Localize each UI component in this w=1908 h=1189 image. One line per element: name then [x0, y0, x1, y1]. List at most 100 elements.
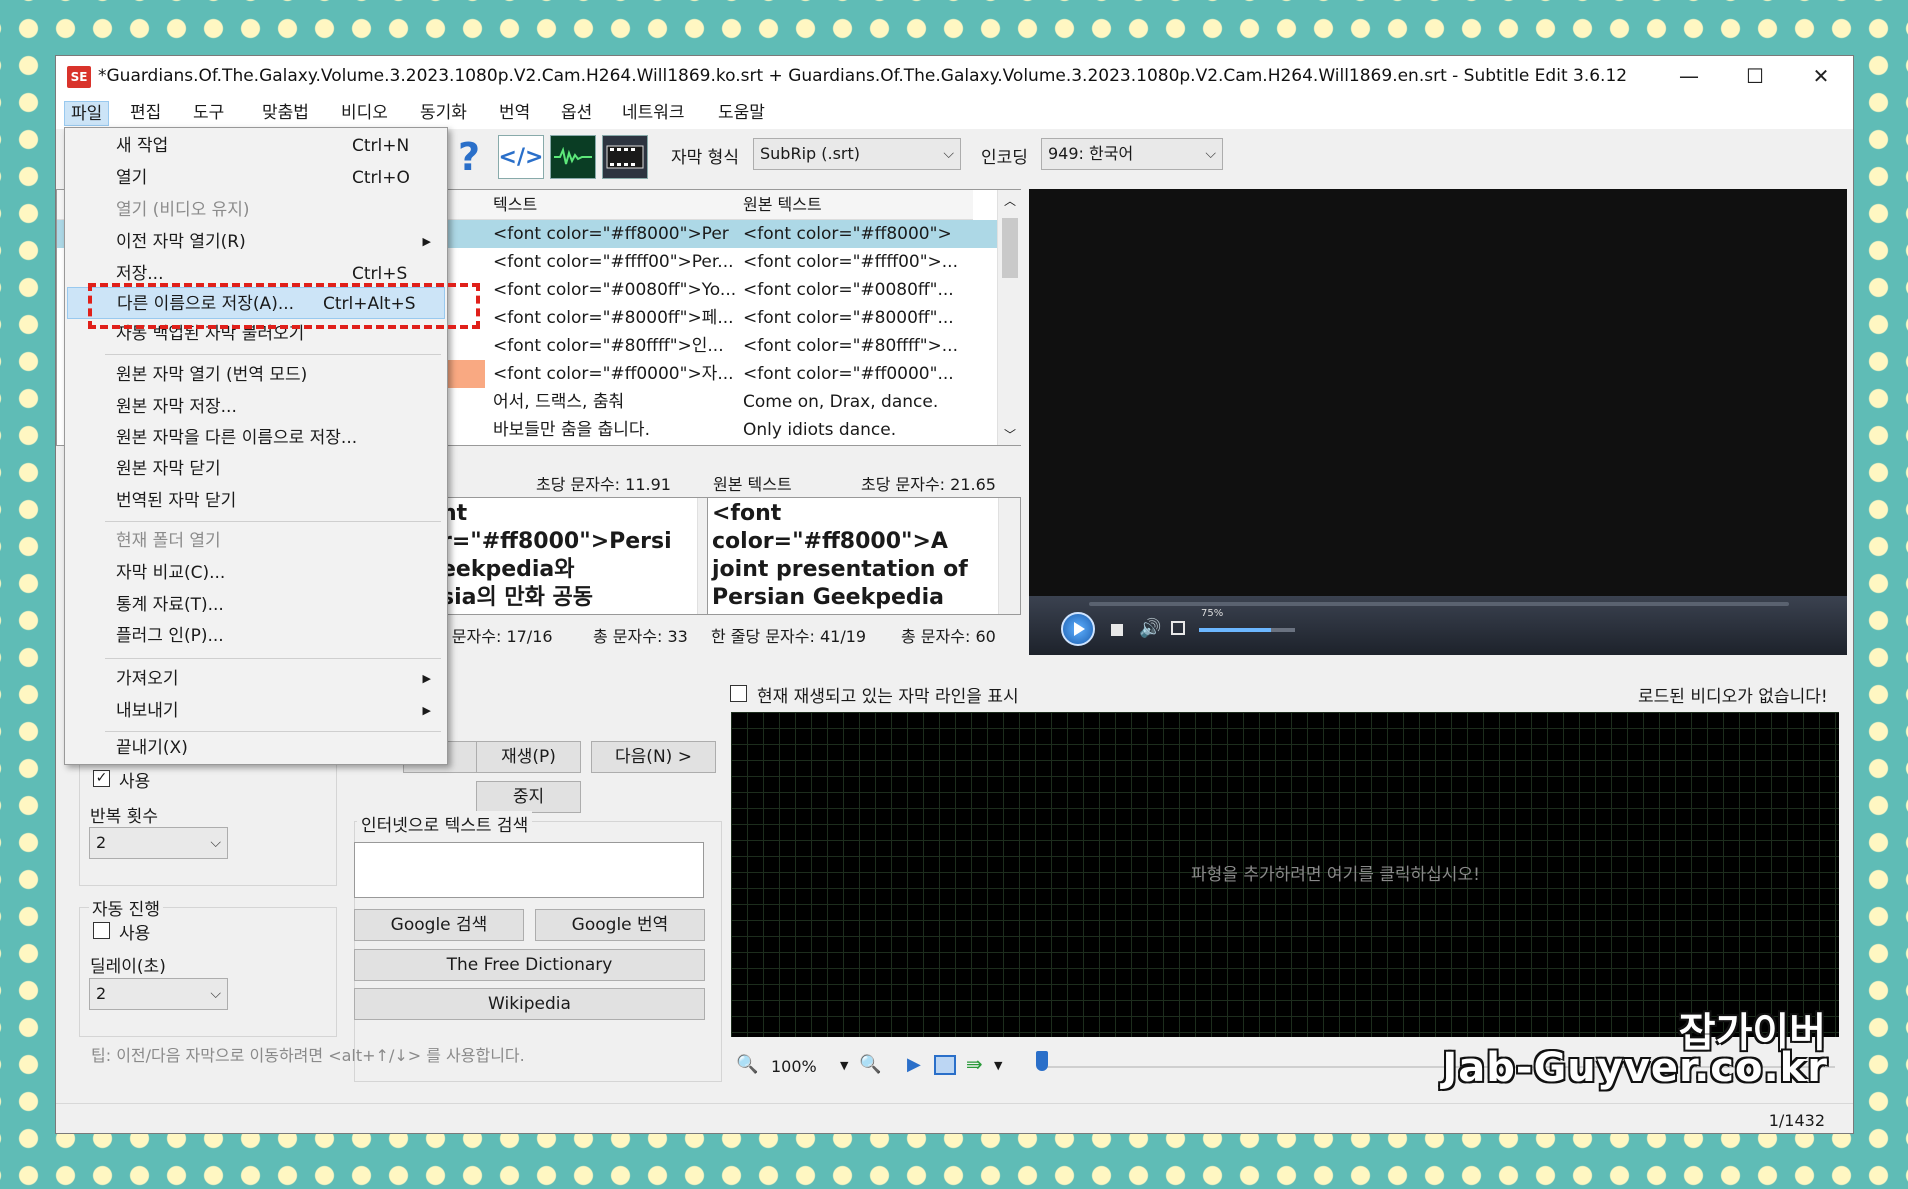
- chevron-down-icon[interactable]: ▼: [840, 1059, 848, 1072]
- next-button[interactable]: 다음(N) >: [591, 741, 716, 773]
- menu-item-open-original[interactable]: 원본 자막 열기 (번역 모드): [67, 359, 445, 391]
- row-original: <font color="#8000ff"...: [743, 308, 954, 328]
- encoding-value: 949: 한국어: [1048, 144, 1134, 163]
- subtitle-format-value: SubRip (.srt): [760, 144, 861, 163]
- menu-item-save-original-as[interactable]: 원본 자막을 다른 이름으로 저장...: [67, 422, 445, 454]
- help-icon[interactable]: ?: [446, 135, 492, 179]
- menu-item-new[interactable]: 새 작업 Ctrl+N: [67, 130, 445, 162]
- waveform-toggle-icon[interactable]: [550, 135, 596, 179]
- menu-separator: [105, 354, 441, 355]
- volume-slider[interactable]: [1199, 628, 1295, 632]
- chevron-down-icon: ⌵: [210, 835, 221, 851]
- volume-icon[interactable]: 🔊: [1139, 618, 1161, 639]
- wikipedia-button[interactable]: Wikipedia: [354, 988, 705, 1020]
- text-line: <font: [712, 501, 782, 526]
- menu-file[interactable]: 파일: [64, 101, 110, 126]
- delay-select[interactable]: 2 ⌵: [89, 978, 228, 1010]
- original-scrollbar[interactable]: [998, 498, 1020, 614]
- row-text: <font color="#8000ff">페...: [493, 308, 734, 328]
- grid-header-text[interactable]: 텍스트: [485, 190, 735, 220]
- menu-item-close-translated[interactable]: 번역된 자막 닫기: [67, 485, 445, 517]
- menu-network[interactable]: 네트워크: [616, 101, 691, 126]
- menu-tools[interactable]: 도구: [187, 101, 230, 126]
- cps-text-label: 초당 문자수: 11.91: [536, 475, 671, 494]
- chevron-down-icon: ⌵: [943, 146, 954, 162]
- play-selection-icon[interactable]: ▶: [907, 1054, 921, 1075]
- seek-silence-icon[interactable]: ⇛: [966, 1052, 983, 1076]
- video-toggle-icon[interactable]: [602, 135, 648, 179]
- zoom-level[interactable]: 100%: [771, 1057, 817, 1076]
- delay-label: 딜레이(초): [90, 957, 166, 977]
- menu-edit[interactable]: 편집: [124, 101, 167, 126]
- row-original: <font color="#ff8000">: [743, 224, 952, 244]
- row-original: <font color="#0080ff"...: [743, 280, 954, 300]
- menu-options[interactable]: 옵션: [555, 101, 598, 126]
- menu-item-open-keep-video[interactable]: 열기 (비디오 유지): [67, 194, 445, 226]
- menu-item-open[interactable]: 열기 Ctrl+O: [67, 162, 445, 194]
- close-button[interactable]: ✕: [1788, 56, 1853, 97]
- row-original: <font color="#80ffff">...: [743, 336, 958, 356]
- scroll-thumb[interactable]: [1002, 218, 1018, 278]
- video-seek-bar[interactable]: [1089, 602, 1789, 606]
- google-search-button[interactable]: Google 검색: [354, 909, 524, 941]
- menu-item-plugins[interactable]: 플러그 인(P)...: [67, 620, 445, 652]
- menu-item-save-original[interactable]: 원본 자막 저장...: [67, 391, 445, 423]
- zoom-in-icon[interactable]: 🔍: [859, 1054, 881, 1075]
- line-length-text: 당 문자수: 17/16: [432, 627, 553, 646]
- original-text-editor[interactable]: <font color="#ff8000">A joint presentati…: [707, 497, 1021, 615]
- stop-button[interactable]: 중지: [476, 781, 581, 813]
- menu-synchronization[interactable]: 동기화: [414, 101, 473, 126]
- menu-item-export[interactable]: 내보내기 ▶: [67, 695, 445, 727]
- spectrogram-icon[interactable]: [934, 1055, 956, 1075]
- text-line: color="#ff8000">A: [712, 529, 948, 554]
- menu-item-reopen[interactable]: 이전 자막 열기(R) ▶: [67, 226, 445, 258]
- scroll-down-icon[interactable]: ﹀: [1004, 426, 1016, 443]
- play-icon[interactable]: [1061, 612, 1095, 646]
- menu-item-open-containing-folder[interactable]: 현재 폴더 열기: [67, 525, 445, 557]
- menu-item-compare[interactable]: 자막 비교(C)...: [67, 557, 445, 589]
- auto-repeat-checkbox[interactable]: ✓: [93, 770, 110, 787]
- minimize-button[interactable]: —: [1656, 56, 1722, 97]
- google-translate-button[interactable]: Google 번역: [535, 909, 705, 941]
- grid-header-original[interactable]: 원본 텍스트: [735, 190, 973, 220]
- menu-item-exit[interactable]: 끝내기(X): [67, 732, 445, 764]
- menu-item-statistics[interactable]: 통계 자료(T)...: [67, 589, 445, 621]
- repeat-count-select[interactable]: 2 ⌵: [89, 827, 228, 859]
- menu-translate[interactable]: 번역: [493, 101, 536, 126]
- menu-spellcheck[interactable]: 맞춤법: [256, 101, 315, 126]
- subtitle-format-label: 자막 형식: [671, 148, 739, 168]
- video-player[interactable]: [1029, 189, 1847, 655]
- play-button[interactable]: 재생(P): [476, 741, 581, 773]
- original-text-label: 원본 텍스트: [713, 475, 792, 494]
- grid-scrollbar[interactable]: ︿ ﹀: [997, 190, 1021, 445]
- subtitle-format-select[interactable]: SubRip (.srt) ⌵: [753, 138, 961, 170]
- row-original: <font color="#ffff00">...: [743, 252, 958, 272]
- auto-continue-label: 자동 진행: [89, 895, 163, 920]
- show-current-line-checkbox[interactable]: [730, 685, 747, 702]
- free-dictionary-button[interactable]: The Free Dictionary: [354, 949, 705, 981]
- auto-continue-checkbox[interactable]: [93, 922, 110, 939]
- fullscreen-icon[interactable]: [1171, 621, 1185, 635]
- auto-continue-use-label: 사용: [119, 924, 151, 944]
- menu-help[interactable]: 도움말: [712, 101, 771, 126]
- stop-icon[interactable]: [1111, 624, 1123, 636]
- maximize-button[interactable]: ☐: [1722, 56, 1788, 97]
- menu-item-import[interactable]: 가져오기 ▶: [67, 663, 445, 695]
- show-current-line-label: 현재 재생되고 있는 자막 라인을 표시: [757, 687, 1019, 707]
- menu-video[interactable]: 비디오: [335, 101, 394, 126]
- zoom-out-icon[interactable]: 🔍: [736, 1054, 758, 1075]
- waveform-position-thumb[interactable]: [1036, 1051, 1048, 1071]
- volume-value: 75%: [1201, 608, 1224, 619]
- menu-item-close-original[interactable]: 원본 자막 닫기: [67, 453, 445, 485]
- encoding-select[interactable]: 949: 한국어 ⌵: [1041, 138, 1223, 170]
- search-text-input[interactable]: [354, 842, 704, 898]
- chevron-down-icon[interactable]: ▼: [994, 1059, 1002, 1072]
- source-view-icon[interactable]: </>: [498, 135, 544, 179]
- line-length-original: 한 줄당 문자수: 41/19: [711, 627, 867, 646]
- row-original: Come on, Drax, dance.: [743, 392, 939, 412]
- waveform-panel[interactable]: 파형을 추가하려면 여기를 클릭하십시오!: [731, 712, 1839, 1037]
- no-video-label: 로드된 비디오가 없습니다!: [1638, 687, 1828, 707]
- tip-text: 팁: 이전/다음 자막으로 이동하려면 <alt+↑/↓> 를 사용합니다.: [91, 1046, 525, 1065]
- scroll-up-icon[interactable]: ︿: [1004, 192, 1016, 209]
- subtitle-text-editor[interactable]: nt r="#ff8000">Persi eekpedia와 sia의 만화 공…: [436, 497, 719, 615]
